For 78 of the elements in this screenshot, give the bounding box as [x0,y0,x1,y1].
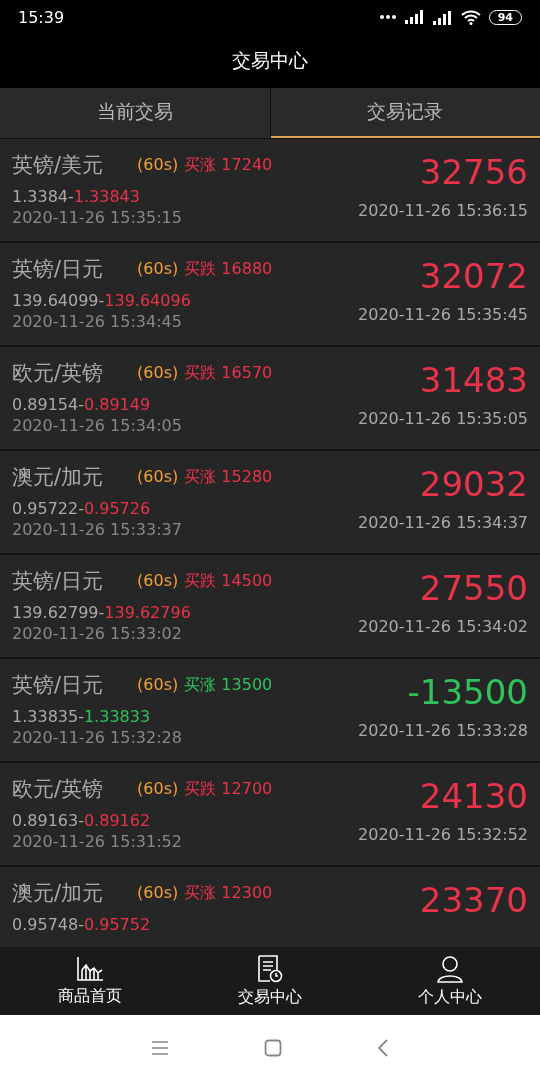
nav-item[interactable]: 交易中心 [180,947,360,1015]
order-direction-amount: 买涨 15280 [184,466,273,488]
wifi-icon [460,9,481,25]
currency-pair: 澳元/加元 [12,464,104,491]
order-direction-amount: 买涨 17240 [184,154,273,176]
home-square-icon[interactable] [264,1038,282,1057]
close-time: 2020-11-26 15:34:37 [358,513,528,532]
trade-row[interactable]: 英镑/日元 (60s) 买跌 14500 139.62799-139.62796 2020-11-26 15:33:02 27550 2020-11-26 15:34:02 [0,555,540,659]
profit-amount: 27550 [419,567,528,609]
open-time: 2020-11-26 15:32:28 [12,728,183,747]
back-icon[interactable] [377,1038,389,1057]
price-range: 139.62799-139.62796 [12,603,192,622]
order-duration: (60s) [137,154,179,176]
currency-pair: 澳元/加元 [12,880,104,907]
order-direction-amount: 买跌 16880 [184,258,273,280]
order-duration: (60s) [137,674,179,696]
bar-chart-icon [76,955,104,982]
signal-icon [404,10,425,24]
order-duration: (60s) [137,466,179,488]
open-time: 2020-11-26 15:31:52 [12,832,183,851]
tab[interactable]: 交易记录 [270,88,540,138]
order-duration: (60s) [137,570,179,592]
trade-row[interactable]: 英镑/美元 (60s) 买涨 17240 1.3384-1.33843 2020-11-26 15:35:15 32756 2020-11-26 15:36:15 [0,139,540,243]
trade-row[interactable]: 澳元/加元 (60s) 买涨 15280 0.95722-0.95726 2020-11-26 15:33:37 29032 2020-11-26 15:34:37 [0,451,540,555]
currency-pair: 英镑/美元 [12,152,104,179]
close-time: 2020-11-26 15:33:28 [358,721,528,740]
signal-icon [432,9,453,25]
order-duration: (60s) [137,882,179,904]
status-time: 15:39 [18,7,65,27]
trade-row[interactable]: 英镑/日元 (60s) 买跌 16880 139.64099-139.64096 2020-11-26 15:34:45 32072 2020-11-26 15:35:45 [0,243,540,347]
order-direction-amount: 买跌 14500 [184,570,273,592]
currency-pair: 欧元/英镑 [12,776,104,803]
close-time: 2020-11-26 15:34:02 [358,617,528,636]
more-dots-icon [378,14,397,20]
close-time: 2020-11-26 15:35:45 [358,305,528,324]
close-time: 2020-11-26 15:35:05 [358,409,528,428]
trade-row[interactable]: 欧元/英镑 (60s) 买跌 12700 0.89163-0.89162 2020-11-26 15:31:52 24130 2020-11-26 15:32:52 [0,763,540,867]
profit-amount: -13500 [407,671,528,713]
profit-amount: 32756 [419,151,528,193]
price-range: 0.89154-0.89149 [12,395,152,414]
profit-amount: 31483 [419,359,528,401]
person-icon [437,954,463,983]
document-clock-icon [257,954,283,983]
open-time: 2020-11-26 15:34:05 [12,416,183,435]
open-time: 2020-11-26 15:35:15 [12,208,183,227]
nav-item[interactable]: 个人中心 [360,947,540,1015]
order-direction-amount: 买涨 13500 [184,674,273,696]
order-duration: (60s) [137,258,179,280]
currency-pair: 英镑/日元 [12,672,104,699]
tab[interactable]: 当前交易 [0,88,271,138]
currency-pair: 欧元/英镑 [12,360,104,387]
trade-row[interactable]: 欧元/英镑 (60s) 买跌 16570 0.89154-0.89149 2020-11-26 15:34:05 31483 2020-11-26 15:35:05 [0,347,540,451]
order-direction-amount: 买跌 16570 [184,362,273,384]
currency-pair: 英镑/日元 [12,568,104,595]
order-direction-amount: 买涨 12300 [184,882,273,904]
open-time: 2020-11-26 15:33:02 [12,624,183,643]
order-duration: (60s) [137,362,179,384]
open-time: 2020-11-26 15:33:37 [12,520,183,539]
price-range: 1.33835-1.33833 [12,707,152,726]
open-time: 2020-11-26 15:34:45 [12,312,183,331]
order-direction-amount: 买跌 12700 [184,778,273,800]
close-time: 2020-11-26 15:32:52 [358,825,528,844]
order-duration: (60s) [137,778,179,800]
profit-amount: 29032 [419,463,528,505]
price-range: 0.89163-0.89162 [12,811,152,830]
profit-amount: 24130 [419,775,528,817]
profit-amount: 23370 [419,879,528,921]
close-time: 2020-11-26 15:36:15 [358,201,528,220]
profit-amount: 32072 [419,255,528,297]
price-range: 139.64099-139.64096 [12,291,192,310]
page-title: 交易中心 [232,48,308,73]
currency-pair: 英镑/日元 [12,256,104,283]
nav-item[interactable]: 商品首页 [0,947,180,1015]
price-range: 1.3384-1.33843 [12,187,141,206]
menu-icon[interactable] [151,1039,169,1056]
trade-row[interactable]: 英镑/日元 (60s) 买涨 13500 1.33835-1.33833 2020-11-26 15:32:28 -13500 2020-11-26 15:33:28 [0,659,540,763]
price-range: 0.95722-0.95726 [12,499,152,518]
price-range: 0.95748-0.95752 [12,915,152,934]
